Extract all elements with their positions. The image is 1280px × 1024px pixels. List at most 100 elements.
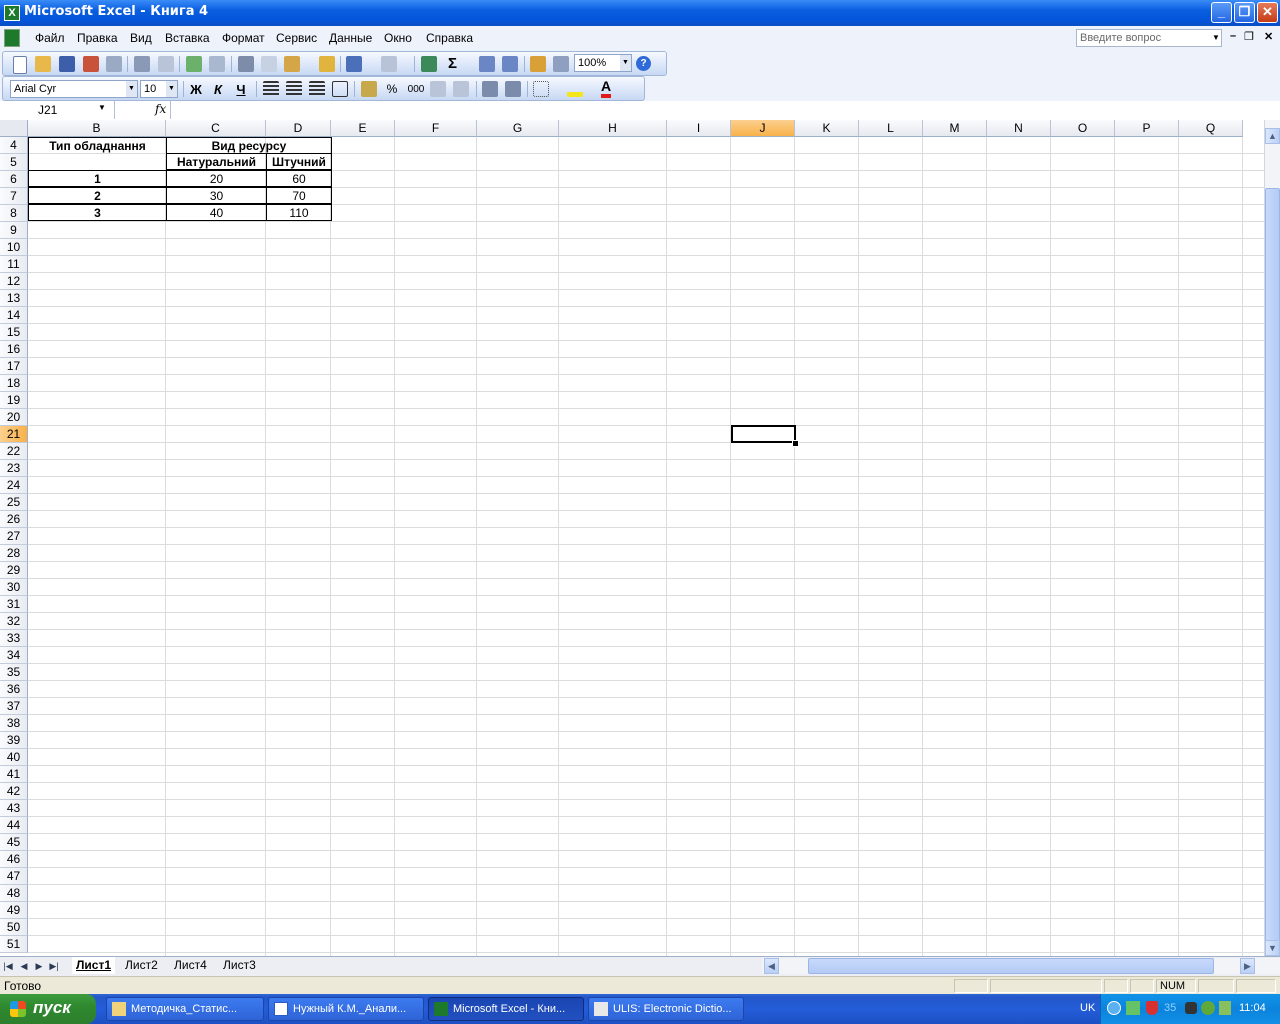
row-header-28[interactable]: 28 (0, 545, 28, 562)
row-header-5[interactable]: 5 (0, 154, 28, 171)
sheet-tab-4[interactable]: Лист4 (170, 957, 211, 974)
row-header-25[interactable]: 25 (0, 494, 28, 511)
row-header-32[interactable]: 32 (0, 613, 28, 630)
row-header-40[interactable]: 40 (0, 749, 28, 766)
research-icon[interactable] (209, 56, 225, 72)
cell-c5[interactable]: Натуральний (166, 153, 267, 170)
chart-wizard-icon[interactable] (530, 56, 546, 72)
horizontal-scrollbar[interactable]: ◀ ▶ (762, 958, 1280, 974)
cell-b8[interactable]: 3 (28, 204, 167, 221)
cell-b4[interactable]: Тип обладнання (28, 137, 167, 154)
save-icon[interactable] (59, 56, 75, 72)
drawing-icon[interactable] (553, 56, 569, 72)
network-icon[interactable] (1126, 1001, 1140, 1015)
row-header-19[interactable]: 19 (0, 392, 28, 409)
row-header-46[interactable]: 46 (0, 851, 28, 868)
column-header-c[interactable]: C (166, 120, 266, 137)
row-header-14[interactable]: 14 (0, 307, 28, 324)
row-header-34[interactable]: 34 (0, 647, 28, 664)
column-header-f[interactable]: F (395, 120, 477, 137)
chevron-down-icon[interactable]: ▼ (98, 103, 106, 112)
row-header-47[interactable]: 47 (0, 868, 28, 885)
fill-handle[interactable] (792, 440, 799, 447)
cut-icon[interactable] (238, 56, 254, 72)
font-color-icon[interactable]: A (601, 79, 612, 98)
increase-indent-icon[interactable] (505, 81, 521, 97)
row-header-6[interactable]: 6 (0, 171, 28, 188)
row-header-18[interactable]: 18 (0, 375, 28, 392)
start-button[interactable]: пуск (0, 994, 96, 1024)
row-header-15[interactable]: 15 (0, 324, 28, 341)
font-select[interactable]: Arial Cyr ▼ (10, 80, 138, 98)
zoom-select[interactable]: 100% ▼ (574, 54, 632, 72)
doc-restore-button[interactable]: ❐ (1244, 30, 1254, 43)
cell-d6[interactable]: 60 (266, 170, 332, 187)
percent-button[interactable]: % (383, 81, 401, 98)
row-header-10[interactable]: 10 (0, 239, 28, 256)
task-button-2[interactable]: Нужный К.М._Анали... (268, 997, 424, 1021)
borders-icon[interactable] (533, 81, 549, 97)
vertical-scroll-thumb[interactable] (1265, 188, 1280, 943)
column-header-i[interactable]: I (667, 120, 731, 137)
column-header-g[interactable]: G (477, 120, 559, 137)
align-right-icon[interactable] (309, 81, 325, 97)
menu-view[interactable]: Вид (130, 31, 152, 45)
decrease-indent-icon[interactable] (482, 81, 498, 97)
cell-c4[interactable]: Вид ресурсу (166, 137, 332, 154)
autosum-icon[interactable]: Σ (448, 55, 457, 72)
row-header-24[interactable]: 24 (0, 477, 28, 494)
menu-file[interactable]: Файл (35, 31, 65, 45)
volume-icon[interactable] (1219, 1001, 1231, 1015)
device-icon[interactable] (1185, 1002, 1197, 1014)
undo-icon[interactable] (346, 56, 362, 72)
row-header-21[interactable]: 21 (0, 426, 28, 443)
row-header-20[interactable]: 20 (0, 409, 28, 426)
row-header-44[interactable]: 44 (0, 817, 28, 834)
row-header-48[interactable]: 48 (0, 885, 28, 902)
thousands-button[interactable]: 000 (405, 81, 427, 98)
new-icon[interactable] (13, 56, 27, 74)
row-header-37[interactable]: 37 (0, 698, 28, 715)
row-header-31[interactable]: 31 (0, 596, 28, 613)
sort-descending-icon[interactable] (502, 56, 518, 72)
column-header-j[interactable]: J (731, 120, 795, 137)
cell-d8[interactable]: 110 (266, 204, 332, 221)
merge-center-icon[interactable] (332, 81, 348, 97)
tray-counter[interactable]: 35 (1164, 1002, 1176, 1014)
select-all-button[interactable] (0, 120, 28, 137)
horizontal-scroll-thumb[interactable] (808, 958, 1214, 974)
row-header-50[interactable]: 50 (0, 919, 28, 936)
row-header-11[interactable]: 11 (0, 256, 28, 273)
cell-d7[interactable]: 70 (266, 187, 332, 204)
format-painter-icon[interactable] (319, 56, 335, 72)
row-header-41[interactable]: 41 (0, 766, 28, 783)
column-header-l[interactable]: L (859, 120, 923, 137)
menu-help[interactable]: Справка (426, 31, 473, 45)
active-cell[interactable] (731, 425, 796, 443)
row-header-30[interactable]: 30 (0, 579, 28, 596)
menu-tools[interactable]: Сервис (276, 31, 317, 45)
row-header-29[interactable]: 29 (0, 562, 28, 579)
cell-d5[interactable]: Штучний (266, 153, 332, 170)
column-header-q[interactable]: Q (1179, 120, 1243, 137)
row-header-17[interactable]: 17 (0, 358, 28, 375)
excel-icon[interactable]: X (4, 5, 20, 21)
name-box[interactable]: J21 ▼ (0, 101, 115, 119)
formula-input[interactable] (170, 101, 1280, 119)
print-icon[interactable] (134, 56, 150, 72)
row-header-45[interactable]: 45 (0, 834, 28, 851)
copy-icon[interactable] (261, 56, 277, 72)
print-preview-icon[interactable] (158, 56, 174, 72)
redo-icon[interactable] (381, 56, 397, 72)
sheet-tab-1[interactable]: Лист1 (72, 957, 116, 974)
menu-edit[interactable]: Правка (77, 31, 118, 45)
column-header-d[interactable]: D (266, 120, 331, 137)
help-dropdown-icon[interactable]: ▼ (1212, 29, 1222, 47)
increase-decimal-icon[interactable] (430, 81, 446, 97)
doc-minimize-button[interactable]: – (1230, 30, 1236, 42)
row-header-38[interactable]: 38 (0, 715, 28, 732)
vertical-scrollbar[interactable]: ▲ ▼ (1264, 120, 1280, 956)
minimize-button[interactable]: _ (1211, 2, 1232, 23)
row-header-26[interactable]: 26 (0, 511, 28, 528)
row-header-4[interactable]: 4 (0, 137, 28, 154)
